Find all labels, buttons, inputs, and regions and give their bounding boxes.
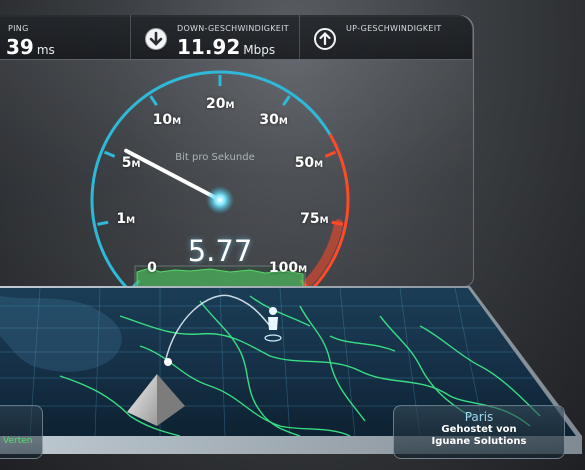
location-card-text: Verten [3,436,33,446]
gauge-tick [149,95,158,107]
gauge-unit-label: Bit pro Sekunde [175,152,255,163]
server-host-line2: Iguane Solutions [431,436,527,447]
server-card[interactable]: Paris Gehostet von Iguane Solutions [393,405,565,459]
speed-gauge [90,70,350,293]
gauge-tick-label: 75M [300,210,329,227]
gauge-tick-label: 5M [121,155,141,172]
gauge-tick [282,95,291,107]
server-host-line1: Gehostet von [441,424,517,435]
gauge-tick-label: 1M [116,210,136,227]
gauge-tick-label: 20M [206,96,235,112]
server-dot [164,358,172,366]
gauge-tick-label: 30M [259,112,288,129]
location-card[interactable]: Verten [0,405,43,459]
gauge-tick-label: 50M [294,155,324,172]
gauge-tick [331,220,343,226]
speedtest-app: PING 39 ms DOWN-GESCHWINDIGKEIT 11.92 Mbps… [0,0,585,470]
gauge-tick [103,150,116,158]
gauge-tick-label: 0 [147,259,157,276]
server-city: Paris [464,410,494,424]
gauge-tick-label: 100M [268,259,308,276]
gauge-tick [97,220,109,226]
current-speed-readout: 5.77 [187,234,253,268]
needle-hub [206,186,234,214]
gauge-tick [324,150,337,158]
gauge-tick-label: 10M [152,112,182,129]
